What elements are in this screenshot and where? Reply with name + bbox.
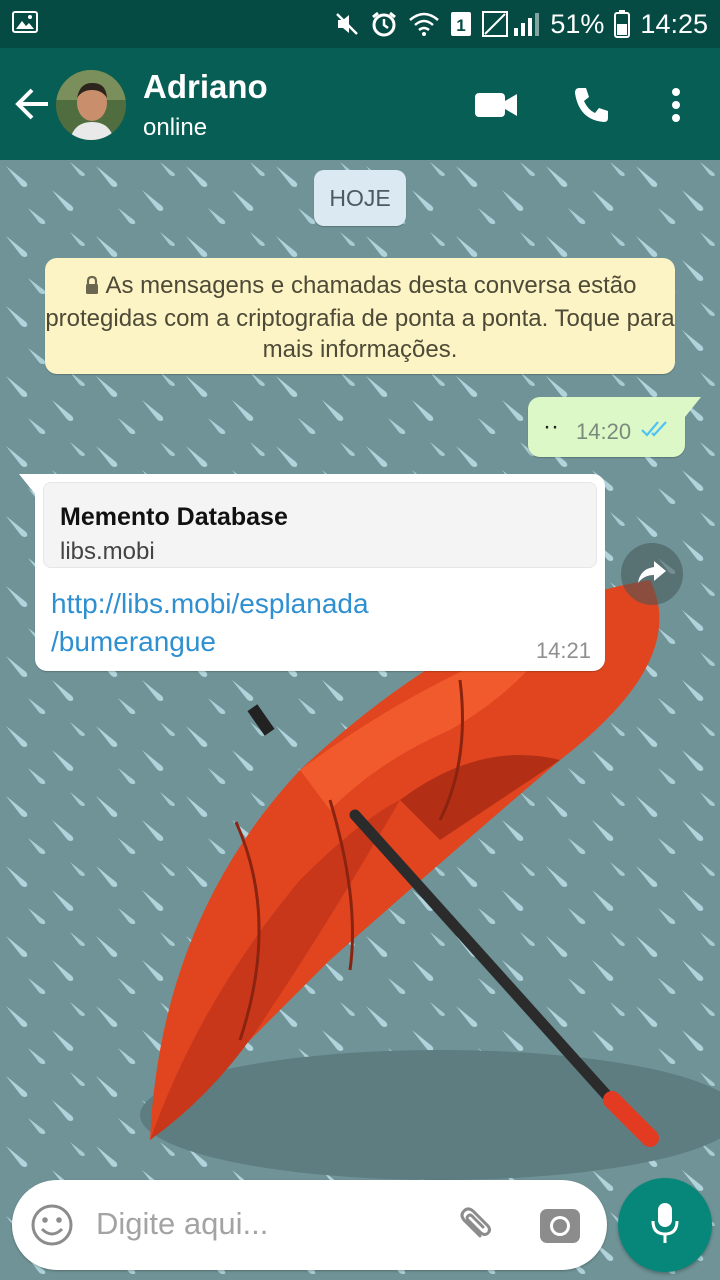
battery-percent: 51% [550,8,605,39]
status-bar: 1 51% 14:25 [0,0,720,48]
camera-icon[interactable] [538,1203,582,1247]
message-time: 14:20 [576,419,632,444]
link-preview-domain: libs.mobi [60,538,155,565]
gallery-icon [12,10,38,34]
mic-icon [650,1201,680,1250]
contact-name[interactable]: Adriano [143,68,268,106]
video-call-icon[interactable] [473,82,519,128]
voice-record-button[interactable] [618,1178,712,1272]
battery-icon [614,10,631,38]
message-link-continuation[interactable]: /bumerangue [51,626,216,658]
chat-header: Adriano online [0,48,720,160]
message-text: ·· [543,413,559,440]
sim-icon: 1 [450,11,472,37]
more-vert-icon[interactable] [653,82,699,128]
encryption-text: As mensagens e chamadas desta conversa e… [45,272,675,363]
mute-icon [334,11,360,37]
message-input[interactable]: Digite aqui... [96,1206,268,1242]
wifi-icon [408,11,440,37]
forward-button[interactable] [621,543,683,605]
outgoing-message[interactable]: ·· 14:20 [528,397,701,457]
lock-icon [84,272,100,303]
message-time: 14:21 [535,638,591,663]
bubble-tail [19,474,35,494]
avatar[interactable] [56,70,126,140]
encryption-notice[interactable]: As mensagens e chamadas desta conversa e… [45,258,675,374]
contact-status: online [143,114,208,141]
incoming-message[interactable]: Memento Database libs.mobi http://libs.m… [19,474,605,671]
message-composer: Digite aqui... [12,1180,607,1270]
status-time: 14:25 [640,8,708,39]
phone-icon[interactable] [568,82,614,128]
link-preview-title: Memento Database [60,503,288,531]
back-arrow-icon[interactable] [12,84,52,124]
read-ticks-icon [640,419,672,444]
bubble-tail [685,397,701,417]
emoji-icon[interactable] [30,1203,74,1247]
link-preview[interactable]: Memento Database libs.mobi [43,482,597,568]
attach-icon[interactable] [450,1202,496,1248]
forward-icon [636,559,668,590]
signal-icon [482,10,540,38]
date-divider: HOJE [314,170,406,226]
alarm-icon [370,10,398,38]
svg-text:1: 1 [457,16,466,35]
message-link[interactable]: http://libs.mobi/esplanada [51,588,369,620]
